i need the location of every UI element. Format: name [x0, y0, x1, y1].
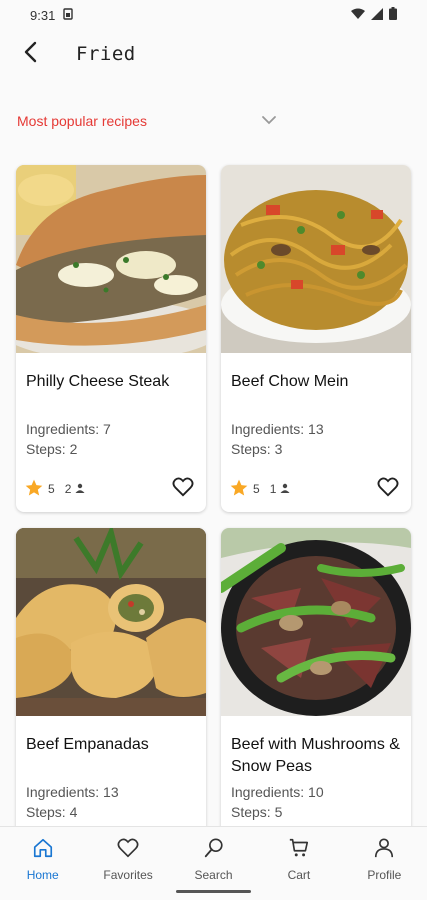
heart-outline-icon: [172, 477, 194, 502]
recipe-title: Beef Chow Mein: [231, 373, 349, 390]
recipe-card[interactable]: Beef Chow Mein Ingredients: 13 Steps: 3 …: [221, 165, 411, 512]
nav-favorites[interactable]: Favorites: [85, 827, 170, 900]
sim-card-icon: [63, 7, 74, 23]
wifi-icon: [351, 8, 365, 23]
nav-label: Cart: [287, 868, 311, 882]
reviews-count: 1: [269, 482, 277, 496]
nav-label: Home: [26, 868, 59, 882]
star-icon: [229, 478, 249, 501]
chevron-down-icon: [261, 112, 277, 130]
recipe-image-stirfry: [221, 528, 411, 716]
recipe-title: Philly Cheese Steak: [26, 373, 170, 390]
signal-icon: [371, 7, 383, 23]
heart-outline-icon: [377, 477, 399, 502]
home-icon: [32, 837, 54, 864]
favorite-button[interactable]: [170, 476, 196, 502]
recipe-image-noodles: [221, 165, 411, 353]
recipe-grid: Philly Cheese Steak Ingredients: 7 Steps…: [16, 165, 411, 875]
recipe-title: Beef with Mushrooms & Snow Peas: [231, 736, 400, 775]
arrow-left-icon: [23, 41, 37, 68]
ingredients-count: Ingredients: 7: [26, 421, 111, 437]
sort-label: Most popular recipes: [17, 113, 147, 129]
recipe-card[interactable]: Philly Cheese Steak Ingredients: 7 Steps…: [16, 165, 206, 512]
nav-profile[interactable]: Profile: [342, 827, 427, 900]
nav-label: Search: [194, 868, 233, 882]
search-icon: [203, 837, 225, 864]
person-icon: [75, 482, 85, 496]
page-title: Fried: [76, 43, 136, 65]
steps-count: Steps: 5: [231, 804, 283, 820]
favorite-button[interactable]: [375, 476, 401, 502]
heart-icon: [117, 837, 139, 864]
nav-home[interactable]: Home: [0, 827, 85, 900]
rating: 5 1: [229, 478, 290, 501]
recipe-card[interactable]: Beef with Mushrooms & Snow Peas Ingredie…: [221, 528, 411, 875]
nav-cart[interactable]: Cart: [256, 827, 341, 900]
recipe-card[interactable]: Beef Empanadas Ingredients: 13 Steps: 4: [16, 528, 206, 875]
rating-value: 5: [253, 482, 260, 496]
recipe-title: Beef Empanadas: [26, 736, 149, 753]
steps-count: Steps: 2: [26, 441, 78, 457]
back-button[interactable]: [0, 34, 60, 74]
app-bar: Fried: [0, 34, 427, 74]
recipe-image-sandwich: [16, 165, 206, 353]
status-time: 9:31: [30, 7, 56, 23]
home-indicator[interactable]: [176, 890, 251, 893]
steps-count: Steps: 4: [26, 804, 78, 820]
sort-dropdown[interactable]: Most popular recipes: [17, 108, 277, 134]
recipe-image-empanadas: [16, 528, 206, 716]
star-icon: [24, 478, 44, 501]
rating: 5 2: [24, 478, 85, 501]
ingredients-count: Ingredients: 13: [26, 784, 119, 800]
cart-icon: [288, 837, 310, 864]
ingredients-count: Ingredients: 10: [231, 784, 324, 800]
profile-icon: [373, 837, 395, 864]
rating-value: 5: [48, 482, 55, 496]
ingredients-count: Ingredients: 13: [231, 421, 324, 437]
nav-label: Profile: [367, 868, 402, 882]
reviews-count: 2: [64, 482, 72, 496]
status-bar: 9:31: [0, 0, 427, 30]
person-icon: [280, 482, 290, 496]
steps-count: Steps: 3: [231, 441, 283, 457]
bottom-navigation: Home Favorites Search Cart Profile: [0, 826, 427, 900]
battery-icon: [389, 7, 397, 23]
nav-label: Favorites: [103, 868, 153, 882]
